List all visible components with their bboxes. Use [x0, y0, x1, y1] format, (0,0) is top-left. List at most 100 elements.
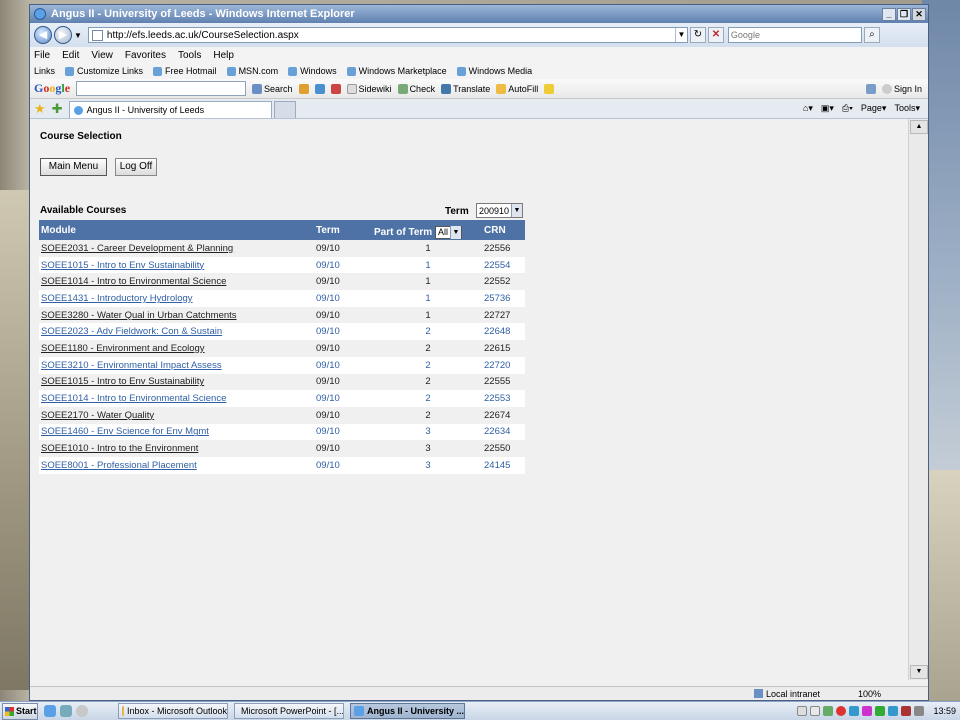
taskbar: Start Inbox - Microsoft Outlook Microsof… — [0, 701, 960, 720]
course-module-link[interactable]: SOEE2170 - Water Quality — [39, 406, 314, 424]
settings-button[interactable] — [865, 83, 876, 94]
update-icon[interactable] — [849, 706, 860, 716]
link-hotmail[interactable]: Free Hotmail — [153, 66, 217, 76]
menu-help[interactable]: Help — [213, 50, 234, 61]
tab-angus[interactable]: Angus II - University of Leeds — [68, 101, 272, 118]
course-module-link[interactable]: SOEE1014 - Intro to Environmental Scienc… — [39, 390, 314, 407]
course-module-link[interactable]: SOEE1460 - Env Science for Env Mgmt — [39, 423, 314, 441]
media-quicklaunch-icon[interactable] — [76, 705, 88, 717]
task-outlook[interactable]: Inbox - Microsoft Outlook — [118, 703, 228, 719]
mail-icon[interactable] — [901, 706, 912, 716]
table-header: Module Term Part of Term All ▼ CRN — [39, 220, 525, 240]
add-favorites-icon[interactable]: ✚ — [52, 100, 63, 118]
course-module-link[interactable]: SOEE1015 - Intro to Env Sustainability — [39, 256, 314, 274]
course-module-link[interactable]: SOEE2023 - Adv Fieldwork: Con & Sustain — [39, 323, 314, 341]
close-button[interactable]: ✕ — [912, 7, 926, 21]
link-icon — [153, 66, 163, 76]
stop-button[interactable]: ✕ — [707, 27, 724, 43]
link-customize[interactable]: Customize Links — [65, 66, 143, 76]
address-text: http://efs.leeds.ac.uk/CourseSelection.a… — [106, 29, 299, 41]
course-term: 09/10 — [314, 440, 372, 457]
address-dropdown-icon[interactable]: ▼ — [674, 28, 687, 42]
favorites-star-icon[interactable]: ★ — [34, 100, 46, 118]
course-module-link[interactable]: SOEE1015 - Intro to Env Sustainability — [39, 373, 314, 391]
network-icon[interactable] — [810, 706, 821, 716]
address-input[interactable]: http://efs.leeds.ac.uk/CourseSelection.a… — [87, 27, 688, 43]
history-dropdown-icon[interactable]: ▼ — [74, 31, 82, 40]
translate-button[interactable]: Translate — [441, 83, 490, 94]
scroll-up-icon[interactable]: ▲ — [910, 120, 928, 134]
back-button[interactable]: ◀ — [34, 26, 52, 44]
task-powerpoint[interactable]: Microsoft PowerPoint - [... — [234, 703, 344, 719]
display-icon[interactable] — [888, 706, 899, 716]
course-module-link[interactable]: SOEE1010 - Intro to the Environment — [39, 440, 314, 457]
home-icon[interactable]: ⌂▾ — [803, 103, 813, 114]
table-row: SOEE1014 - Intro to Environmental Scienc… — [39, 390, 525, 407]
sign-in-button[interactable]: Sign In — [881, 83, 922, 94]
task-ie[interactable]: Angus II - University ... — [350, 703, 465, 719]
autofill-button[interactable]: AutoFill — [496, 83, 538, 94]
google-share-button[interactable] — [314, 83, 325, 94]
feeds-icon[interactable]: ▣▾ — [821, 103, 834, 114]
google-search-button[interactable]: Search — [252, 83, 293, 94]
security-icon[interactable] — [836, 706, 847, 716]
course-part: 1 — [372, 256, 482, 274]
menu-file[interactable]: File — [34, 50, 50, 61]
link-marketplace[interactable]: Windows Marketplace — [346, 66, 447, 76]
messenger-icon[interactable] — [862, 706, 873, 716]
tools-menu[interactable]: Tools▾ — [894, 103, 920, 114]
link-windows-media[interactable]: Windows Media — [456, 66, 532, 76]
google-popup-blocker[interactable] — [330, 83, 341, 94]
print-icon[interactable]: ⎙▾ — [842, 103, 853, 114]
check-button[interactable]: Check — [397, 83, 435, 94]
security-zone: Local intranet — [754, 689, 820, 699]
search-button[interactable]: ⌕ — [863, 27, 880, 43]
ie-quicklaunch-icon[interactable] — [44, 705, 56, 717]
refresh-button[interactable]: ↻ — [689, 27, 706, 43]
course-module-link[interactable]: SOEE1431 - Introductory Hydrology — [39, 290, 314, 307]
translate-icon — [441, 83, 452, 94]
link-icon — [456, 66, 466, 76]
main-menu-button[interactable]: Main Menu — [40, 158, 107, 176]
sync-icon[interactable] — [875, 706, 886, 716]
minimize-button[interactable]: _ — [882, 7, 896, 21]
title-bar: Angus II - University of Leeds - Windows… — [30, 5, 928, 23]
vertical-scrollbar[interactable]: ▲ ▼ — [908, 119, 928, 680]
scroll-down-icon[interactable]: ▼ — [910, 665, 928, 679]
start-button[interactable]: Start — [2, 702, 38, 720]
course-module-link[interactable]: SOEE1180 - Environment and Ecology — [39, 340, 314, 357]
term-select[interactable]: 200910 ▼ — [476, 203, 523, 218]
table-row: SOEE1460 - Env Science for Env Mgmt 09/10… — [39, 423, 525, 441]
part-of-term-filter[interactable]: All ▼ — [434, 225, 462, 239]
course-module-link[interactable]: SOEE3210 - Environmental Impact Assess — [39, 356, 314, 374]
course-term: 09/10 — [314, 290, 372, 307]
zoom-level[interactable]: 100% — [858, 689, 881, 699]
menu-tools[interactable]: Tools — [178, 50, 201, 61]
google-bookmark-button[interactable] — [298, 83, 309, 94]
search-input[interactable]: Google — [727, 27, 862, 43]
sidewiki-button[interactable]: Sidewiki — [346, 83, 392, 94]
new-tab-button[interactable] — [273, 101, 296, 118]
course-module-link[interactable]: SOEE1014 - Intro to Environmental Scienc… — [39, 273, 314, 291]
antivirus-icon[interactable] — [823, 706, 834, 716]
highlight-button[interactable] — [544, 83, 555, 94]
menu-view[interactable]: View — [91, 50, 113, 61]
desktop-quicklaunch-icon[interactable] — [60, 705, 72, 717]
google-search-input[interactable] — [76, 81, 247, 96]
course-module-link[interactable]: SOEE2031 - Career Development & Planning — [39, 240, 314, 257]
term-select-value: 200910 — [479, 205, 510, 216]
page-menu[interactable]: Page▾ — [861, 103, 887, 114]
link-msn[interactable]: MSN.com — [226, 66, 278, 76]
course-module-link[interactable]: SOEE3280 - Water Qual in Urban Catchment… — [39, 306, 314, 324]
link-windows[interactable]: Windows — [288, 66, 337, 76]
menu-edit[interactable]: Edit — [62, 50, 79, 61]
table-row: SOEE1015 - Intro to Env Sustainability 09… — [39, 373, 525, 391]
volume-icon[interactable] — [914, 706, 925, 716]
wrench-icon — [865, 83, 876, 94]
course-module-link[interactable]: SOEE8001 - Professional Placement — [39, 456, 314, 474]
log-off-button[interactable]: Log Off — [115, 158, 157, 176]
menu-favorites[interactable]: Favorites — [125, 50, 166, 61]
maximize-button[interactable]: ❐ — [897, 7, 911, 21]
forward-button[interactable]: ▶ — [54, 26, 72, 44]
help-icon[interactable] — [797, 706, 808, 716]
